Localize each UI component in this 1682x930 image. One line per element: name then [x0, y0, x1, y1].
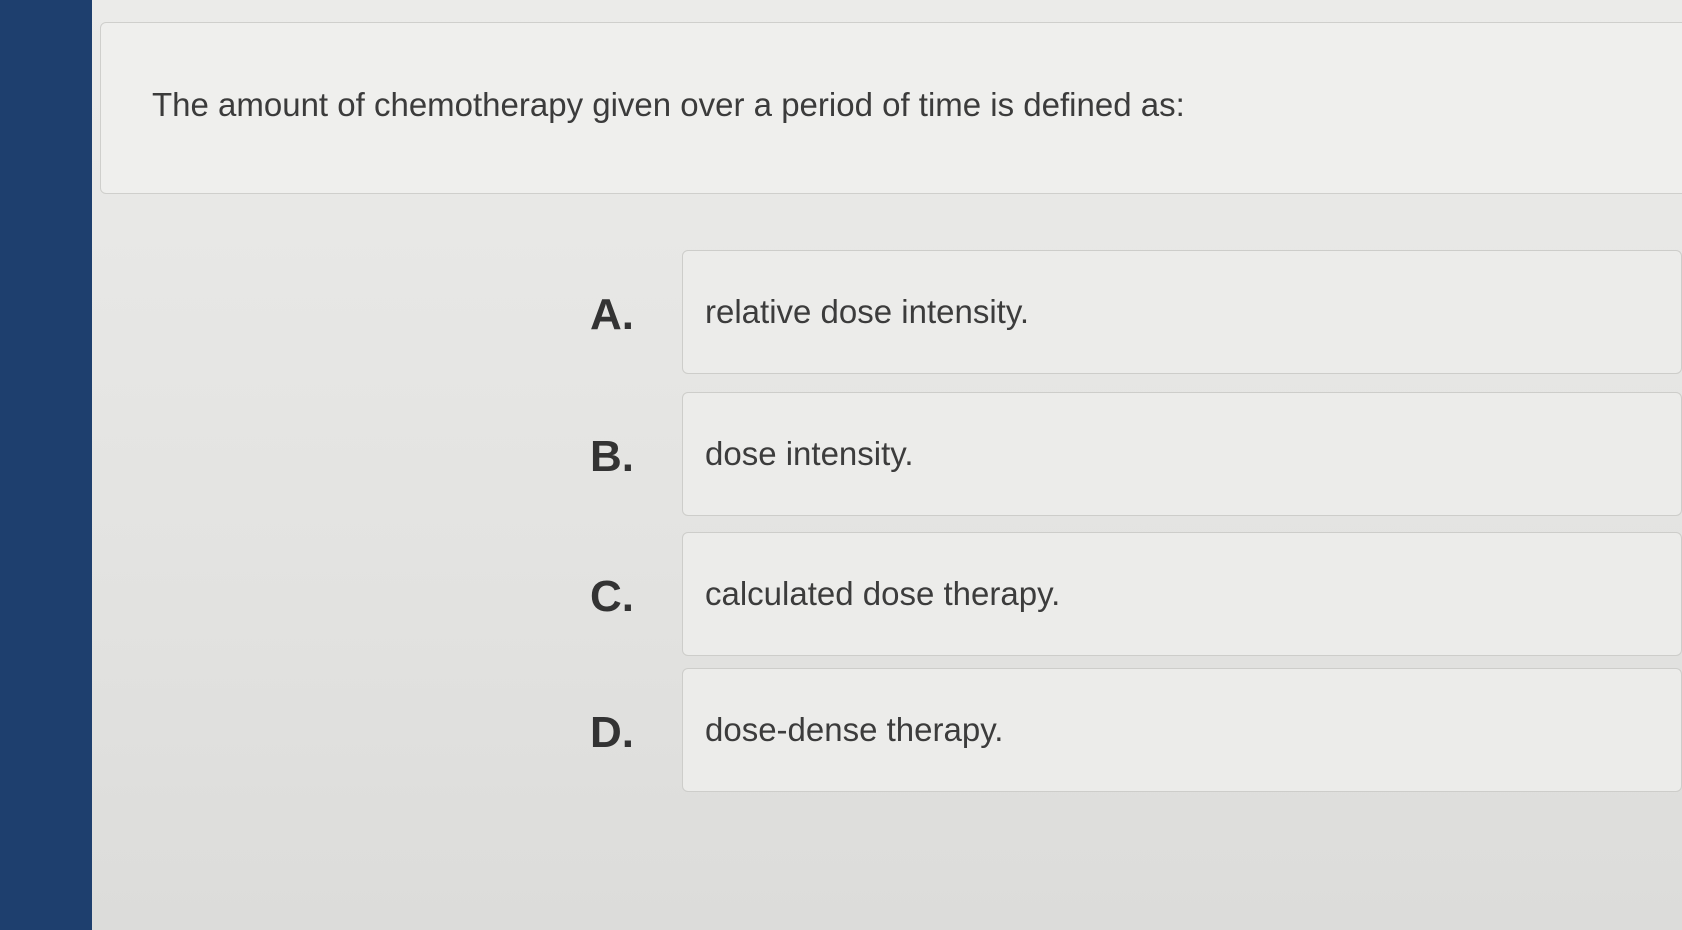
option-letter-b: B.	[590, 432, 634, 481]
option-box-a[interactable]: relative dose intensity.	[682, 250, 1682, 374]
answer-option-d[interactable]: D. dose-dense therapy.	[590, 668, 1682, 794]
option-text-b: dose intensity.	[705, 435, 914, 472]
answer-option-c[interactable]: C. calculated dose therapy.	[590, 532, 1682, 658]
option-letter-c: C.	[590, 572, 634, 621]
option-text-a: relative dose intensity.	[705, 293, 1030, 330]
option-text-c: calculated dose therapy.	[705, 575, 1061, 612]
question-text: The amount of chemotherapy given over a …	[152, 86, 1185, 123]
option-letter-d: D.	[590, 708, 634, 757]
option-box-d[interactable]: dose-dense therapy.	[682, 668, 1682, 792]
option-letter-a: A.	[590, 290, 634, 339]
option-text-d: dose-dense therapy.	[705, 711, 1004, 748]
answer-option-b[interactable]: B. dose intensity.	[590, 392, 1682, 518]
answer-option-a[interactable]: A. relative dose intensity.	[590, 250, 1682, 376]
option-box-c[interactable]: calculated dose therapy.	[682, 532, 1682, 656]
option-box-b[interactable]: dose intensity.	[682, 392, 1682, 516]
left-sidebar-strip	[0, 0, 92, 930]
